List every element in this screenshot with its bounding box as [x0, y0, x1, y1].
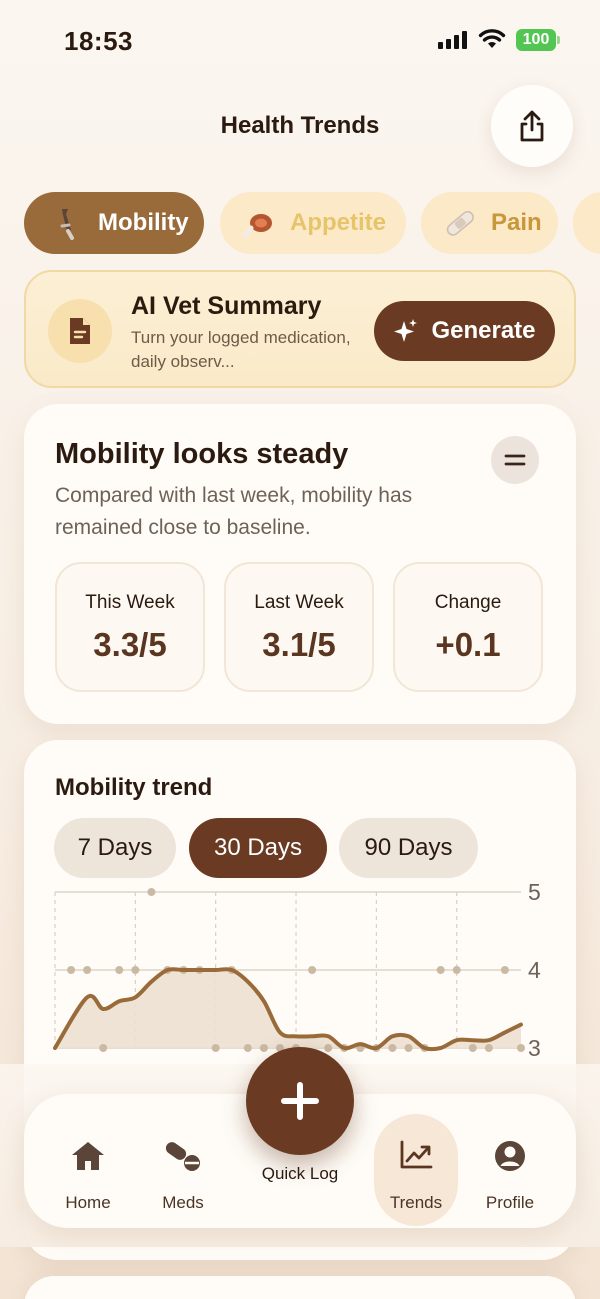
- stat-value: +0.1: [435, 626, 501, 663]
- metric-chips: Mobility Appetite Pain: [24, 192, 600, 254]
- chip-mobility-label: Mobility: [98, 209, 189, 236]
- y-tick-label: 3: [528, 1035, 541, 1061]
- tab-meds-label: Meds: [162, 1193, 204, 1212]
- chip-mobility[interactable]: Mobility: [24, 192, 204, 254]
- data-point: [259, 1044, 268, 1052]
- status-bar: 18:53 100: [0, 0, 600, 80]
- status-time: 18:53: [64, 26, 133, 56]
- summary-title: Mobility looks steady: [55, 438, 349, 470]
- share-icon: [520, 110, 544, 142]
- tab-home-label: Home: [65, 1193, 111, 1212]
- stat-label: This Week: [85, 592, 175, 613]
- stat-label: Change: [434, 592, 502, 613]
- data-point: [308, 966, 317, 974]
- pills-icon: [165, 1142, 200, 1171]
- range-30-days[interactable]: 30 Days: [189, 818, 327, 878]
- ai-vet-summary-card: AI Vet Summary Turn your logged medicati…: [24, 270, 576, 388]
- range-90-days[interactable]: 90 Days: [339, 818, 478, 878]
- ai-summary-subtitle: Turn your logged medication, daily obser…: [131, 328, 351, 371]
- stat-value: 3.3/5: [93, 626, 167, 663]
- data-point: [388, 1044, 397, 1052]
- plus-icon: [281, 1082, 319, 1120]
- document-icon: [48, 299, 112, 363]
- trend-title: Mobility trend: [55, 774, 213, 801]
- stat-last-week: Last Week 3.1/5: [224, 562, 374, 692]
- ai-summary-title: AI Vet Summary: [131, 292, 322, 320]
- profile-icon: [495, 1141, 525, 1171]
- data-point: [404, 1044, 413, 1052]
- tab-meds[interactable]: Meds: [151, 1094, 215, 1228]
- menu-button[interactable]: [491, 436, 539, 484]
- stat-label: Last Week: [254, 592, 344, 613]
- generate-label: Generate: [431, 317, 536, 344]
- data-point: [452, 966, 461, 974]
- trends-icon: [400, 1140, 433, 1169]
- data-point: [324, 1044, 333, 1052]
- stat-value: 3.1/5: [262, 626, 336, 663]
- home-icon: [72, 1142, 104, 1170]
- stat-this-week: This Week 3.3/5: [55, 562, 205, 692]
- mobility-trend-chart: 5 4 3: [53, 879, 541, 1061]
- crutch-icon: [50, 206, 84, 240]
- data-point: [484, 1044, 493, 1052]
- mobility-summary-card: Mobility looks steady Compared with last…: [24, 404, 576, 724]
- data-point: [131, 966, 140, 974]
- share-button[interactable]: [491, 85, 573, 167]
- generate-button[interactable]: Generate: [374, 301, 555, 361]
- tab-profile[interactable]: Profile: [478, 1094, 542, 1228]
- bandage-icon: [443, 206, 477, 240]
- tab-profile-label: Profile: [485, 1193, 535, 1212]
- range-7-days[interactable]: 7 Days: [54, 818, 176, 878]
- sparkle-icon: [394, 319, 418, 342]
- chip-more[interactable]: [573, 192, 600, 254]
- equals-icon: [504, 454, 526, 466]
- tab-home[interactable]: Home: [56, 1094, 120, 1228]
- tab-trends-label: Trends: [389, 1193, 443, 1212]
- stat-change: Change +0.1: [393, 562, 543, 692]
- battery-nub: [557, 36, 560, 44]
- summary-description: Compared with last week, mobility has re…: [55, 484, 413, 539]
- data-point: [436, 966, 445, 974]
- data-point: [211, 1044, 220, 1052]
- tab-trends[interactable]: Trends: [374, 1094, 458, 1228]
- data-point: [83, 966, 92, 974]
- next-card: [24, 1276, 576, 1299]
- y-tick-label: 4: [528, 957, 541, 983]
- data-point: [500, 966, 509, 974]
- chip-appetite-label: Appetite: [290, 209, 386, 236]
- chip-pain-label: Pain: [491, 209, 542, 236]
- data-point: [99, 1044, 108, 1052]
- data-point: [67, 966, 76, 974]
- data-point: [468, 1044, 477, 1052]
- wifi-icon: [478, 29, 506, 48]
- signal-icon: [438, 31, 468, 49]
- data-point: [147, 888, 156, 896]
- data-point: [115, 966, 124, 974]
- data-point: [517, 1044, 525, 1052]
- quick-log-button[interactable]: [246, 1047, 354, 1155]
- quick-log-label: Quick Log: [261, 1164, 339, 1183]
- chip-pain[interactable]: Pain: [421, 192, 558, 254]
- meat-icon: [242, 206, 276, 240]
- battery-icon: 100: [516, 29, 556, 51]
- y-tick-label: 5: [528, 879, 541, 905]
- chip-appetite[interactable]: Appetite: [220, 192, 406, 254]
- data-point: [243, 1044, 252, 1052]
